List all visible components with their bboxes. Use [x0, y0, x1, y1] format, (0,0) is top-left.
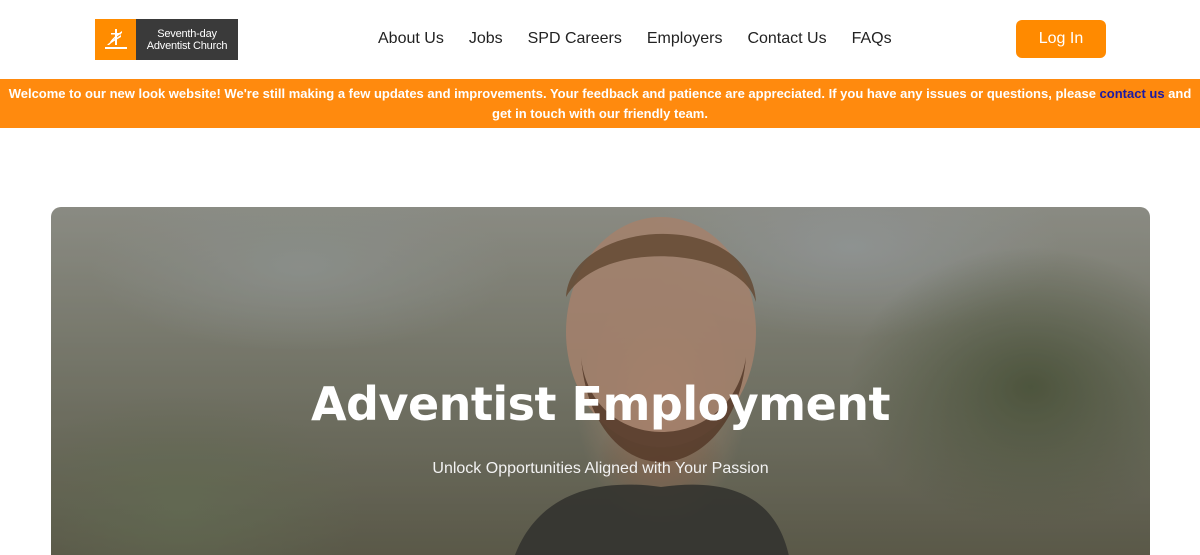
hero-title: Adventist Employment	[310, 377, 891, 431]
banner-text-start: Welcome to our new look website! We're s…	[8, 86, 1100, 101]
announcement-banner: Welcome to our new look website! We're s…	[0, 79, 1200, 128]
nav-employers[interactable]: Employers	[647, 29, 723, 49]
login-button[interactable]: Log In	[1016, 20, 1106, 58]
logo-wordmark: Seventh-day Adventist Church	[136, 19, 238, 60]
main-nav: About Us Jobs SPD Careers Employers Cont…	[378, 29, 892, 49]
hero-subtitle: Unlock Opportunities Aligned with Your P…	[432, 460, 769, 477]
nav-faqs[interactable]: FAQs	[852, 29, 892, 49]
church-logo[interactable]: Seventh-day Adventist Church	[95, 19, 238, 60]
church-flame-icon	[95, 19, 136, 60]
logo-line-2: Adventist Church	[146, 39, 228, 52]
nav-jobs[interactable]: Jobs	[469, 29, 503, 49]
banner-contact-link[interactable]: contact us	[1100, 86, 1165, 101]
nav-contact-us[interactable]: Contact Us	[747, 29, 826, 49]
logo-line-1: Seventh-day	[157, 27, 217, 40]
nav-about-us[interactable]: About Us	[378, 29, 444, 49]
nav-spd-careers[interactable]: SPD Careers	[528, 29, 622, 49]
site-header: Seventh-day Adventist Church About Us Jo…	[0, 0, 1200, 79]
hero-section: Adventist Employment Unlock Opportunitie…	[51, 207, 1150, 555]
